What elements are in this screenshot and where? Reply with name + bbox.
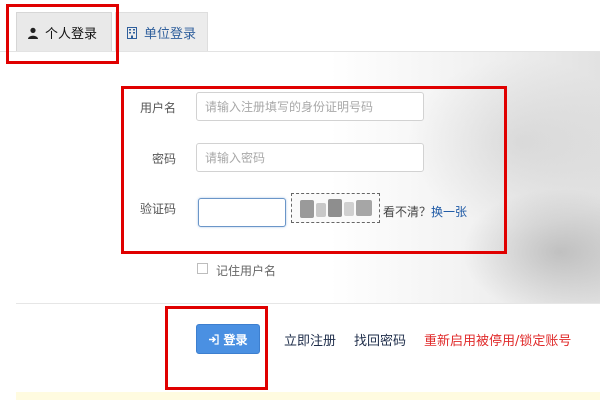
password-label: 密码: [151, 152, 176, 166]
login-tab-bar: 个人登录 单位登录: [0, 0, 600, 52]
recover-password-link[interactable]: 找回密码: [354, 330, 406, 349]
form-footer-divider: [16, 303, 600, 304]
captcha-glyph: [344, 202, 354, 216]
tab-personal-login[interactable]: 个人登录: [16, 12, 112, 52]
username-input[interactable]: [196, 92, 424, 121]
captcha-input[interactable]: [198, 198, 286, 227]
tab-personal-label: 个人登录: [45, 27, 98, 42]
tab-unit-label: 单位登录: [144, 27, 197, 42]
login-button[interactable]: 登录: [196, 324, 260, 354]
password-input[interactable]: [196, 143, 424, 172]
captcha-glyph: [356, 200, 372, 216]
captcha-refresh-link[interactable]: 换一张: [431, 205, 467, 219]
captcha-glyph: [328, 199, 342, 217]
login-panel-background: [0, 52, 600, 304]
register-link[interactable]: 立即注册: [284, 330, 336, 349]
captcha-hint-text: 看不清？: [383, 205, 432, 219]
remember-username-label: 记住用户名: [216, 264, 277, 278]
captcha-image[interactable]: [291, 193, 380, 223]
captcha-glyph: [300, 200, 314, 218]
building-icon: [126, 26, 138, 39]
captcha-glyph: [316, 203, 326, 217]
sign-in-icon: [208, 333, 220, 345]
username-label: 用户名: [139, 101, 176, 115]
reactivate-account-link[interactable]: 重新启用被停用/锁定账号: [424, 330, 571, 349]
user-icon: [27, 27, 39, 39]
login-button-label: 登录: [223, 332, 248, 347]
captcha-hint: 看不清？换一张: [383, 203, 467, 220]
captcha-label: 验证码: [139, 202, 176, 216]
notice-strip: [16, 392, 600, 400]
remember-username-checkbox[interactable]: [197, 263, 208, 274]
tab-unit-login[interactable]: 单位登录: [115, 12, 208, 52]
